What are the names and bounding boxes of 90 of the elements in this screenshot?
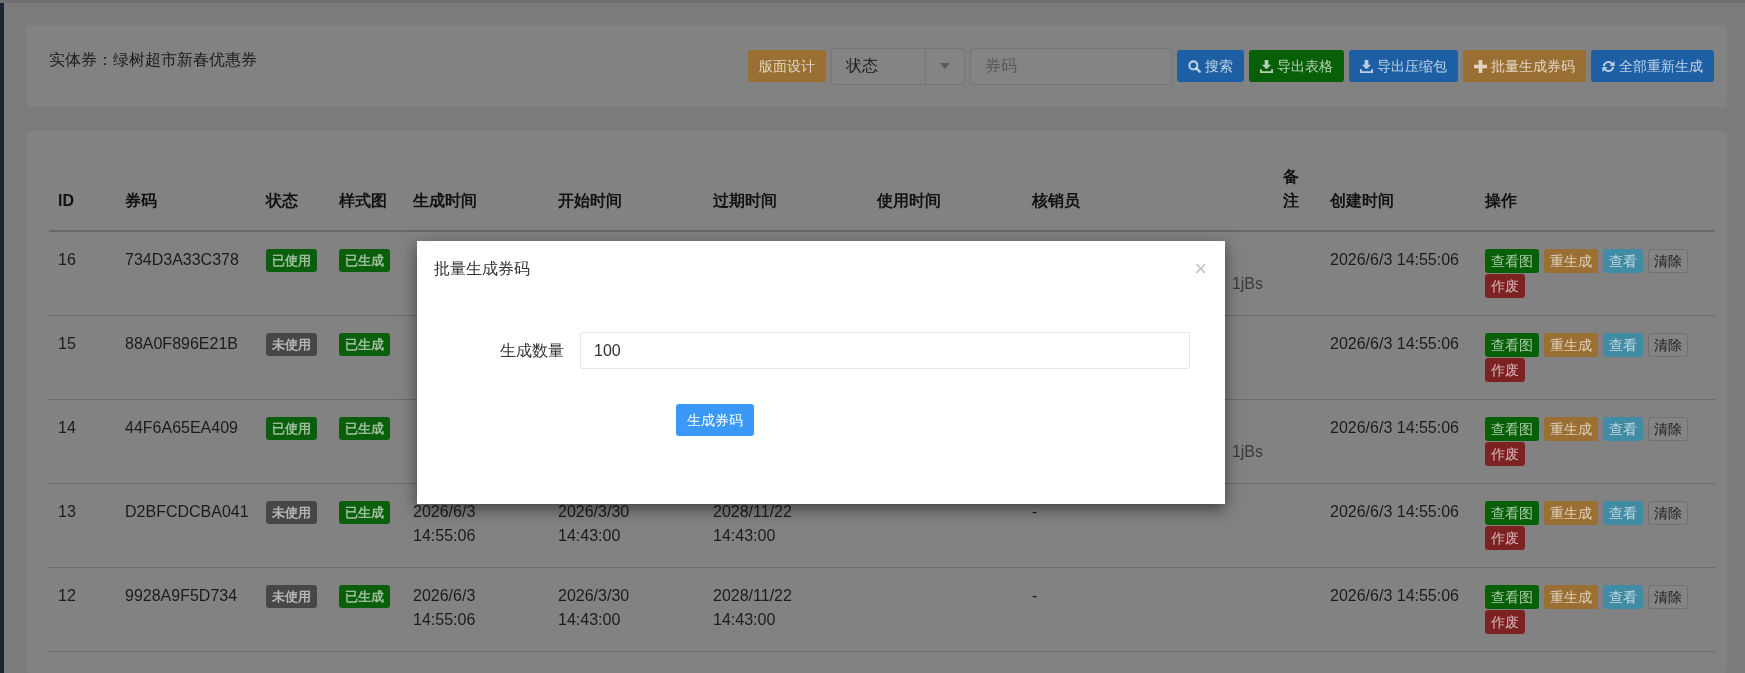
table-cell: 2026/6/3 14:55:06 bbox=[1330, 335, 1459, 352]
status-badge: 已使用 bbox=[266, 416, 317, 440]
image-status-badge: 已生成 bbox=[339, 248, 390, 272]
status-select[interactable]: 状态 bbox=[831, 47, 965, 85]
table-cell: 2026/6/3 14:55:06 bbox=[1330, 503, 1459, 520]
column-header: 操作 bbox=[1485, 192, 1517, 209]
download-icon bbox=[1260, 59, 1273, 73]
column-header: 状态 bbox=[266, 192, 298, 209]
batch-generate-button[interactable]: 批量生成券码 bbox=[1463, 50, 1586, 82]
table-cell-text: 2028/11/22 14:43:00 bbox=[713, 586, 793, 630]
void-button[interactable]: 作废 bbox=[1485, 274, 1525, 298]
table-cell: 12 bbox=[58, 587, 76, 604]
column-header: 备注 bbox=[1283, 168, 1299, 209]
status-badge: 未使用 bbox=[266, 584, 317, 608]
table-cell-text: 2028/11/22 14:43:00 bbox=[713, 502, 793, 546]
table-cell: 13 bbox=[58, 503, 76, 520]
regenerate-button[interactable]: 重生成 bbox=[1544, 417, 1598, 441]
quantity-input[interactable]: 100 bbox=[580, 332, 1190, 369]
generate-button[interactable]: 生成券码 bbox=[676, 404, 754, 436]
table-cell-text: 2026/6/3 14:55:06 bbox=[413, 586, 477, 630]
caret-icon bbox=[940, 63, 950, 69]
clear-button[interactable]: 清除 bbox=[1648, 249, 1688, 273]
void-button[interactable]: 作废 bbox=[1485, 358, 1525, 382]
view-image-button[interactable]: 查看图 bbox=[1485, 333, 1539, 357]
view-image-button[interactable]: 查看图 bbox=[1485, 417, 1539, 441]
table-cell: 2026/6/3 14:55:06 bbox=[1330, 251, 1459, 268]
table-cell-text: 2026/6/3 14:55:06 bbox=[413, 502, 477, 546]
image-status-badge: 已生成 bbox=[339, 416, 390, 440]
table-cell-text: 2026/3/30 14:43:00 bbox=[558, 502, 631, 546]
regenerate-button[interactable]: 重生成 bbox=[1544, 333, 1598, 357]
view-image-button[interactable]: 查看图 bbox=[1485, 585, 1539, 609]
column-header: 使用时间 bbox=[877, 192, 941, 209]
table-cell: 44F6A65EA409 bbox=[125, 419, 238, 436]
plus-icon bbox=[1474, 59, 1487, 73]
table-cell: D2BFCDCBA041 bbox=[125, 503, 249, 520]
image-status-badge: 已生成 bbox=[339, 332, 390, 356]
view-button[interactable]: 查看 bbox=[1603, 249, 1643, 273]
table-cell: 734D3A33C378 bbox=[125, 251, 239, 268]
view-button[interactable]: 查看 bbox=[1603, 501, 1643, 525]
table-cell: 88A0F896E21B bbox=[125, 335, 238, 352]
export-button[interactable]: 导出压缩包 bbox=[1349, 50, 1458, 82]
download-icon bbox=[1360, 59, 1373, 73]
column-header: ID bbox=[58, 192, 74, 209]
column-header: 开始时间 bbox=[558, 192, 622, 209]
regenerate-button[interactable]: 重生成 bbox=[1544, 249, 1598, 273]
dialog-title: 批量生成券码 bbox=[434, 259, 530, 279]
column-header: 样式图 bbox=[339, 192, 387, 209]
refresh-icon bbox=[1602, 59, 1615, 73]
table-cell-text: 2026/3/30 14:43:00 bbox=[558, 586, 631, 630]
design-button[interactable]: 版面设计 bbox=[748, 50, 826, 82]
export-button[interactable]: 导出表格 bbox=[1249, 50, 1344, 82]
regenerate-button[interactable]: 重生成 bbox=[1544, 501, 1598, 525]
column-header: 生成时间 bbox=[413, 192, 477, 209]
void-button[interactable]: 作废 bbox=[1485, 610, 1525, 634]
view-button[interactable]: 查看 bbox=[1603, 417, 1643, 441]
table-cell: 2026/6/3 14:55:06 bbox=[1330, 419, 1459, 436]
regenerate-all-button[interactable]: 全部重新生成 bbox=[1591, 50, 1714, 82]
view-button[interactable]: 查看 bbox=[1603, 585, 1643, 609]
table-cell-text: 1jBs bbox=[1231, 274, 1263, 294]
table-cell-text: 1jBs bbox=[1231, 442, 1263, 462]
clear-button[interactable]: 清除 bbox=[1648, 417, 1688, 441]
column-header: 核销员 bbox=[1032, 192, 1080, 209]
view-image-button[interactable]: 查看图 bbox=[1485, 501, 1539, 525]
table-cell: 15 bbox=[58, 335, 76, 352]
status-badge: 已使用 bbox=[266, 248, 317, 272]
clear-button[interactable]: 清除 bbox=[1648, 501, 1688, 525]
search-button[interactable]: 搜索 bbox=[1177, 50, 1244, 82]
table-cell: - bbox=[1032, 503, 1038, 520]
column-header: 券码 bbox=[125, 192, 157, 209]
table-cell: - bbox=[1032, 587, 1038, 604]
view-image-button[interactable]: 查看图 bbox=[1485, 249, 1539, 273]
status-badge: 未使用 bbox=[266, 500, 317, 524]
table-cell: 2026/6/3 14:55:06 bbox=[1330, 587, 1459, 604]
column-header: 过期时间 bbox=[713, 192, 777, 209]
void-button[interactable]: 作废 bbox=[1485, 526, 1525, 550]
clear-button[interactable]: 清除 bbox=[1648, 333, 1688, 357]
column-header: 创建时间 bbox=[1330, 192, 1394, 209]
image-status-badge: 已生成 bbox=[339, 500, 390, 524]
view-button[interactable]: 查看 bbox=[1603, 333, 1643, 357]
clear-button[interactable]: 清除 bbox=[1648, 585, 1688, 609]
table-cell: 16 bbox=[58, 251, 76, 268]
search-icon bbox=[1188, 59, 1201, 73]
image-status-badge: 已生成 bbox=[339, 584, 390, 608]
page-title: 实体券：绿树超市新春优惠券 bbox=[49, 50, 257, 70]
table-cell: 9928A9F5D734 bbox=[125, 587, 238, 604]
regenerate-button[interactable]: 重生成 bbox=[1544, 585, 1598, 609]
table-cell: 14 bbox=[58, 419, 76, 436]
field-label: 生成数量 bbox=[499, 340, 564, 361]
void-button[interactable]: 作废 bbox=[1485, 442, 1525, 466]
status-badge: 未使用 bbox=[266, 332, 317, 356]
